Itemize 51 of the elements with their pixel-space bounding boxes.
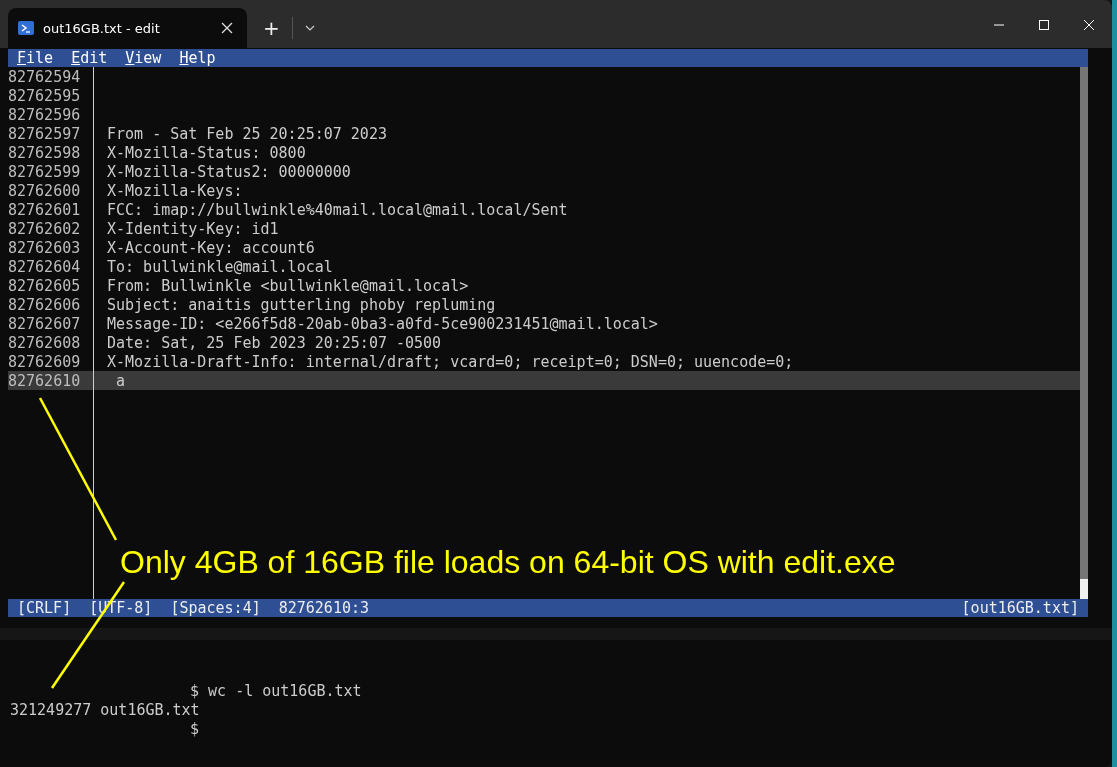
terminal-prompt-icon [18,20,34,36]
code-line: From - Sat Feb 25 20:25:07 2023 [107,124,387,143]
line-number: 82762596 [8,105,82,124]
line-number: 82762603 [8,238,82,257]
code-line: Subject: anaitis gutterling phoby repluming [107,295,496,314]
status-file-name: [out16GB.txt] [961,599,1079,617]
scrollbar[interactable] [1080,67,1088,599]
code-line: a [115,371,126,390]
code-line: Message-ID: <e266f5d8-20ab-0ba3-a0fd-5ce900231451@mail.local> [107,314,658,333]
terminal-line: $ wc -l out16GB.txt [190,682,362,700]
code-line: X-Identity-Key: id1 [107,219,279,238]
code-line: Date: Sat, 25 Feb 2023 20:25:07 -0500 [107,333,442,352]
line-number: 82762600 [8,181,82,200]
line-number: 82762607 [8,314,82,333]
status-item: 82762610:3 [278,599,370,617]
line-number: 82762604 [8,257,82,276]
code-line: X-Account-Key: account6 [107,238,315,257]
tab-title: out16GB.txt - edit [43,20,161,36]
menu-item[interactable]: View [125,49,162,67]
line-number: 82762602 [8,219,82,238]
annotation-text: Only 4GB of 16GB file loads on 64-bit OS with edit.exe [120,544,896,581]
menu-item[interactable]: File [17,49,54,67]
code-line: From: Bullwinkle <bullwinkle@mail.local> [107,276,469,295]
code-line: X-Mozilla-Status2: 00000000 [107,162,351,181]
menu-item[interactable]: Edit [71,49,108,67]
status-item: [CRLF] [17,599,72,617]
line-number: 82762606 [8,295,82,314]
line-number: 82762594 [8,67,82,86]
line-number: 82762597 [8,124,82,143]
line-number: 82762608 [8,333,82,352]
line-number: 82762601 [8,200,82,219]
menu-item[interactable]: Help [179,49,216,67]
line-number: 82762610 [8,371,82,390]
terminal-tab[interactable]: out16GB.txt - edit [8,8,247,48]
chevron-down-icon[interactable] [304,25,315,31]
terminal-line: 321249277 out16GB.txt [10,701,200,719]
code-line: FCC: imap://bullwinkle%40mail.local@mail.local/Sent [107,200,568,219]
close-icon[interactable] [221,22,233,34]
status-item: [Spaces:4] [170,599,261,617]
line-number: 82762595 [8,86,82,105]
code-line: X-Mozilla-Status: 0800 [107,143,306,162]
maximize-icon[interactable] [1038,19,1050,31]
line-number: 82762598 [8,143,82,162]
terminal-line: $ [190,720,200,738]
code-line: To: bullwinkle@mail.local [107,257,333,276]
code-line: X-Mozilla-Keys: [107,181,243,200]
line-number: 82762599 [8,162,82,181]
line-number: 82762609 [8,352,82,371]
code-line: X-Mozilla-Draft-Info: internal/draft; vcard=0; receipt=0; DSN=0; uuencode=0; [107,352,794,371]
line-number: 82762605 [8,276,82,295]
new-tab-button[interactable]: + [257,8,286,48]
